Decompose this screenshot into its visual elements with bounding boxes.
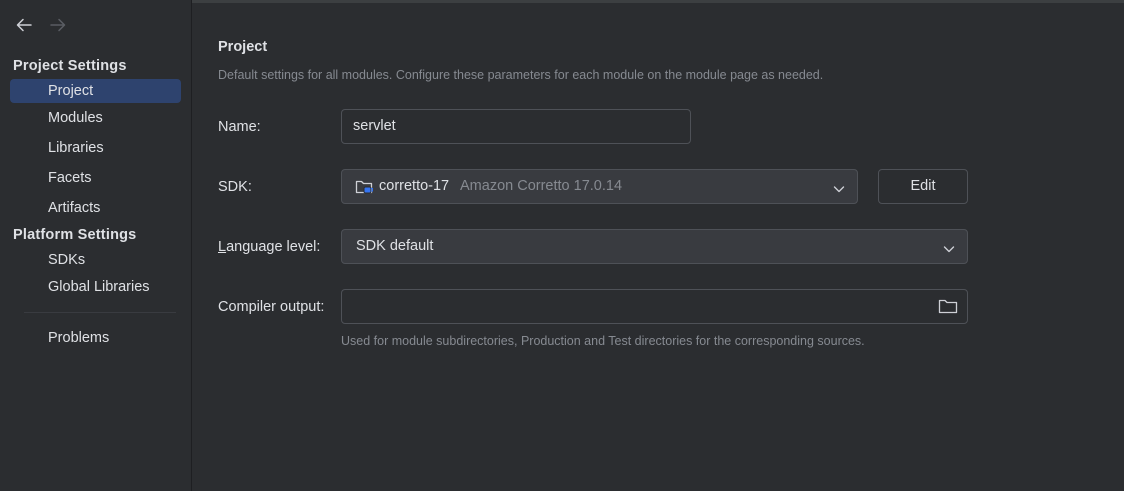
language-level-label-text: anguage level: — [226, 239, 321, 255]
edit-sdk-button[interactable]: Edit — [878, 169, 968, 204]
page-subtitle: Default settings for all modules. Config… — [218, 68, 824, 82]
platform-settings-header: Platform Settings — [13, 227, 137, 243]
arrow-left-icon[interactable] — [14, 14, 34, 36]
language-level-combobox[interactable]: SDK default — [341, 229, 968, 264]
compiler-output-label: Compiler output: — [218, 299, 325, 315]
sidebar-item-sdks[interactable]: SDKs — [10, 248, 181, 272]
sdk-combobox[interactable]: corretto-17 Amazon Corretto 17.0.14 — [341, 169, 858, 204]
sidebar-item-facets[interactable]: Facets — [10, 166, 181, 190]
sidebar-divider — [24, 312, 176, 313]
project-structure-dialog: Project Settings Project Modules Librari… — [0, 0, 1124, 491]
arrow-right-icon[interactable] — [48, 14, 68, 36]
project-settings-header: Project Settings — [13, 58, 127, 74]
language-level-label: Language level: — [218, 239, 320, 255]
compiler-output-input[interactable] — [341, 289, 968, 324]
chevron-down-icon — [833, 182, 845, 198]
language-level-value: SDK default — [356, 238, 434, 254]
folder-icon[interactable] — [938, 297, 958, 319]
main-panel: Project Default settings for all modules… — [192, 3, 1124, 491]
sdk-name: corretto-17 — [379, 178, 450, 194]
language-level-mnemonic: L — [218, 239, 227, 255]
name-input[interactable]: servlet — [341, 109, 691, 144]
sidebar-item-modules[interactable]: Modules — [10, 106, 181, 130]
navigation-arrows — [14, 14, 68, 36]
sdk-folder-icon — [355, 178, 375, 200]
sidebar: Project Settings Project Modules Librari… — [0, 0, 192, 491]
sidebar-item-libraries[interactable]: Libraries — [10, 136, 181, 160]
sidebar-item-global-libraries[interactable]: Global Libraries — [10, 275, 181, 299]
sidebar-item-project[interactable]: Project — [10, 79, 181, 103]
page-title: Project — [218, 39, 268, 55]
sidebar-item-problems[interactable]: Problems — [10, 326, 181, 350]
sdk-description: Amazon Corretto 17.0.14 — [460, 178, 623, 194]
sdk-label: SDK: — [218, 179, 252, 195]
chevron-down-icon — [943, 242, 955, 258]
name-label: Name: — [218, 119, 261, 135]
compiler-output-hint: Used for module subdirectories, Producti… — [341, 334, 865, 348]
sidebar-item-artifacts[interactable]: Artifacts — [10, 196, 181, 220]
